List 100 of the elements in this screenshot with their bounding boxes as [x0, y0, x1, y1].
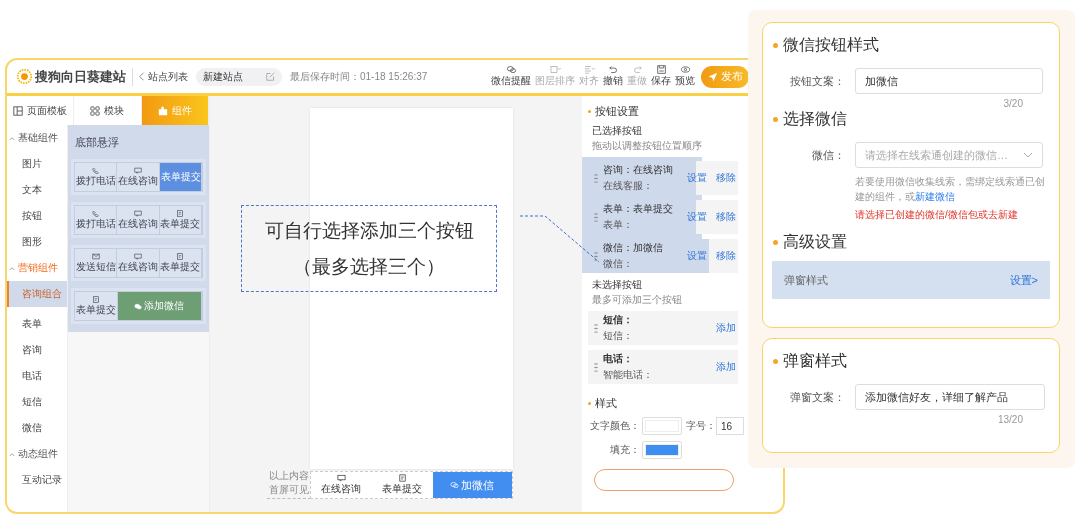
item-title: 表单：表单提交: [603, 202, 674, 216]
category-header[interactable]: 基础组件: [7, 125, 67, 151]
item-title: 微信：加微信: [603, 241, 664, 255]
form-icon: [176, 209, 185, 217]
character-count: 3/20: [1002, 98, 1023, 109]
caret-icon: [9, 265, 15, 271]
font-size-field[interactable]: 16: [716, 417, 744, 435]
add-link[interactable]: 添加: [714, 350, 738, 384]
action-link[interactable]: 移除: [714, 161, 738, 195]
field-label: 填充：: [609, 443, 640, 457]
field-label: 弹窗文案：: [789, 389, 845, 405]
template-button: 拨打电话: [75, 163, 118, 191]
template-button: 表单提交: [159, 249, 202, 277]
template-card[interactable]: 表单提交 添加微信: [71, 288, 206, 324]
toolbar-button[interactable]: 撤销: [601, 65, 625, 88]
template-button: 在线咨询: [117, 249, 160, 277]
callout-heading: 高级设置: [773, 232, 1049, 253]
button-item[interactable]: 短信： 短信： 添加: [588, 311, 738, 345]
button-item[interactable]: 电话： 智能电话： 添加: [588, 350, 738, 384]
popup-text-field[interactable]: 添加微信好友，详细了解产品: [855, 384, 1045, 410]
item-subtitle: 微信：: [603, 257, 634, 271]
template-button: 表单提交: [75, 292, 118, 320]
chat-bubbles-icon: [505, 65, 517, 74]
chat-icon: [134, 166, 142, 174]
item-subtitle: 智能电话：: [603, 368, 654, 382]
toolbar-button[interactable]: 保存: [649, 65, 673, 88]
undo-icon: [607, 65, 619, 74]
subheading: 未选择按钮: [592, 278, 643, 292]
template-button: 表单提交: [159, 163, 202, 191]
category-item[interactable]: 短信: [7, 389, 67, 415]
category-item[interactable]: 表单: [7, 311, 67, 337]
popup-style-row[interactable]: 弹窗样式 设置>: [772, 261, 1050, 299]
form-icon: [91, 295, 100, 303]
phone-icon: [91, 166, 100, 174]
template-card[interactable]: 拨打电话 在线咨询 表单提交: [71, 159, 206, 195]
action-link[interactable]: 设置: [685, 161, 709, 195]
chat-icon: [134, 252, 142, 260]
chevron-down-icon: [1023, 152, 1033, 158]
hint-text: 最多可添加三个按钮: [592, 293, 683, 307]
site-name-field[interactable]: 新建站点: [196, 67, 282, 86]
form-icon: [176, 252, 185, 260]
callout-heading: 微信按钮样式: [773, 35, 1049, 56]
category-item[interactable]: 电话: [7, 363, 67, 389]
sunflower-icon: [17, 69, 32, 84]
save-icon: [655, 65, 667, 74]
template-button: 表单提交: [159, 206, 202, 234]
button-text-field[interactable]: 加微信: [855, 68, 1043, 94]
help-text: 若要使用微信收集线索，需绑定线索通已创建的组件，或新建微信: [855, 175, 1045, 204]
action-link[interactable]: 设置: [685, 200, 709, 234]
phone-icon: [91, 209, 100, 217]
category-item[interactable]: 按钮: [7, 203, 67, 229]
back-link[interactable]: 站点列表: [139, 69, 188, 84]
drag-handle-icon[interactable]: [594, 323, 598, 333]
category-item[interactable]: 图片: [7, 151, 67, 177]
drag-handle-icon[interactable]: [594, 212, 598, 222]
drag-handle-icon[interactable]: [594, 173, 598, 183]
item-subtitle: 在线客服：: [603, 179, 654, 193]
field-label: 字号：: [685, 419, 716, 433]
action-link[interactable]: 移除: [714, 200, 738, 234]
template-card[interactable]: 拨打电话 在线咨询 表单提交: [71, 202, 206, 238]
category-header[interactable]: 动态组件: [7, 441, 67, 467]
field-label: 文字颜色：: [589, 419, 640, 433]
color-picker[interactable]: [642, 417, 682, 435]
edit-icon: [266, 72, 275, 81]
chat-icon: [134, 209, 142, 217]
item-title: 短信：: [603, 313, 634, 327]
item-title: 电话：: [603, 352, 634, 366]
category-item[interactable]: 互动记录: [7, 467, 67, 493]
hint-text: 拖动以调整按钮位置顺序: [592, 139, 703, 153]
drag-handle-icon[interactable]: [594, 362, 598, 372]
subheading: 已选择按钮: [592, 124, 643, 138]
item-subtitle: 表单：: [603, 218, 634, 232]
chevron-left-icon: [139, 72, 145, 81]
chat-bubbles-icon: [450, 481, 460, 489]
form-icon: [397, 474, 407, 482]
template-card[interactable]: 发送短信 在线咨询 表单提交: [71, 245, 206, 281]
send-icon: [707, 71, 718, 82]
toolbar-button[interactable]: 微信提醒: [489, 65, 533, 88]
chat-icon: [336, 474, 346, 482]
category-item[interactable]: 文本: [7, 177, 67, 203]
row-label: 弹窗样式: [784, 272, 828, 288]
delete-button[interactable]: [594, 469, 734, 491]
add-link[interactable]: 添加: [714, 311, 738, 345]
template-button: 在线咨询: [117, 206, 160, 234]
category-item[interactable]: 咨询: [7, 337, 67, 363]
field-label: 按钮文案：: [789, 73, 845, 89]
action-link[interactable]: 移除: [714, 239, 738, 273]
template-button: 发送短信: [75, 249, 118, 277]
category-item[interactable]: 图形: [7, 229, 67, 255]
color-picker[interactable]: [642, 441, 682, 459]
settings-link[interactable]: 设置>: [1009, 272, 1038, 288]
new-wechat-link[interactable]: 新建微信: [915, 191, 955, 202]
drag-handle-icon[interactable]: [594, 251, 598, 261]
logo[interactable]: 搜狗向日葵建站: [17, 67, 126, 86]
layout-icon: [13, 105, 24, 116]
template-button: 在线咨询: [117, 163, 160, 191]
toolbar-button[interactable]: 预览: [673, 65, 697, 88]
callout-heading: 弹窗样式: [773, 351, 1049, 372]
logo-text: 搜狗向日葵建站: [35, 67, 126, 86]
category-item[interactable]: 微信: [7, 415, 67, 441]
